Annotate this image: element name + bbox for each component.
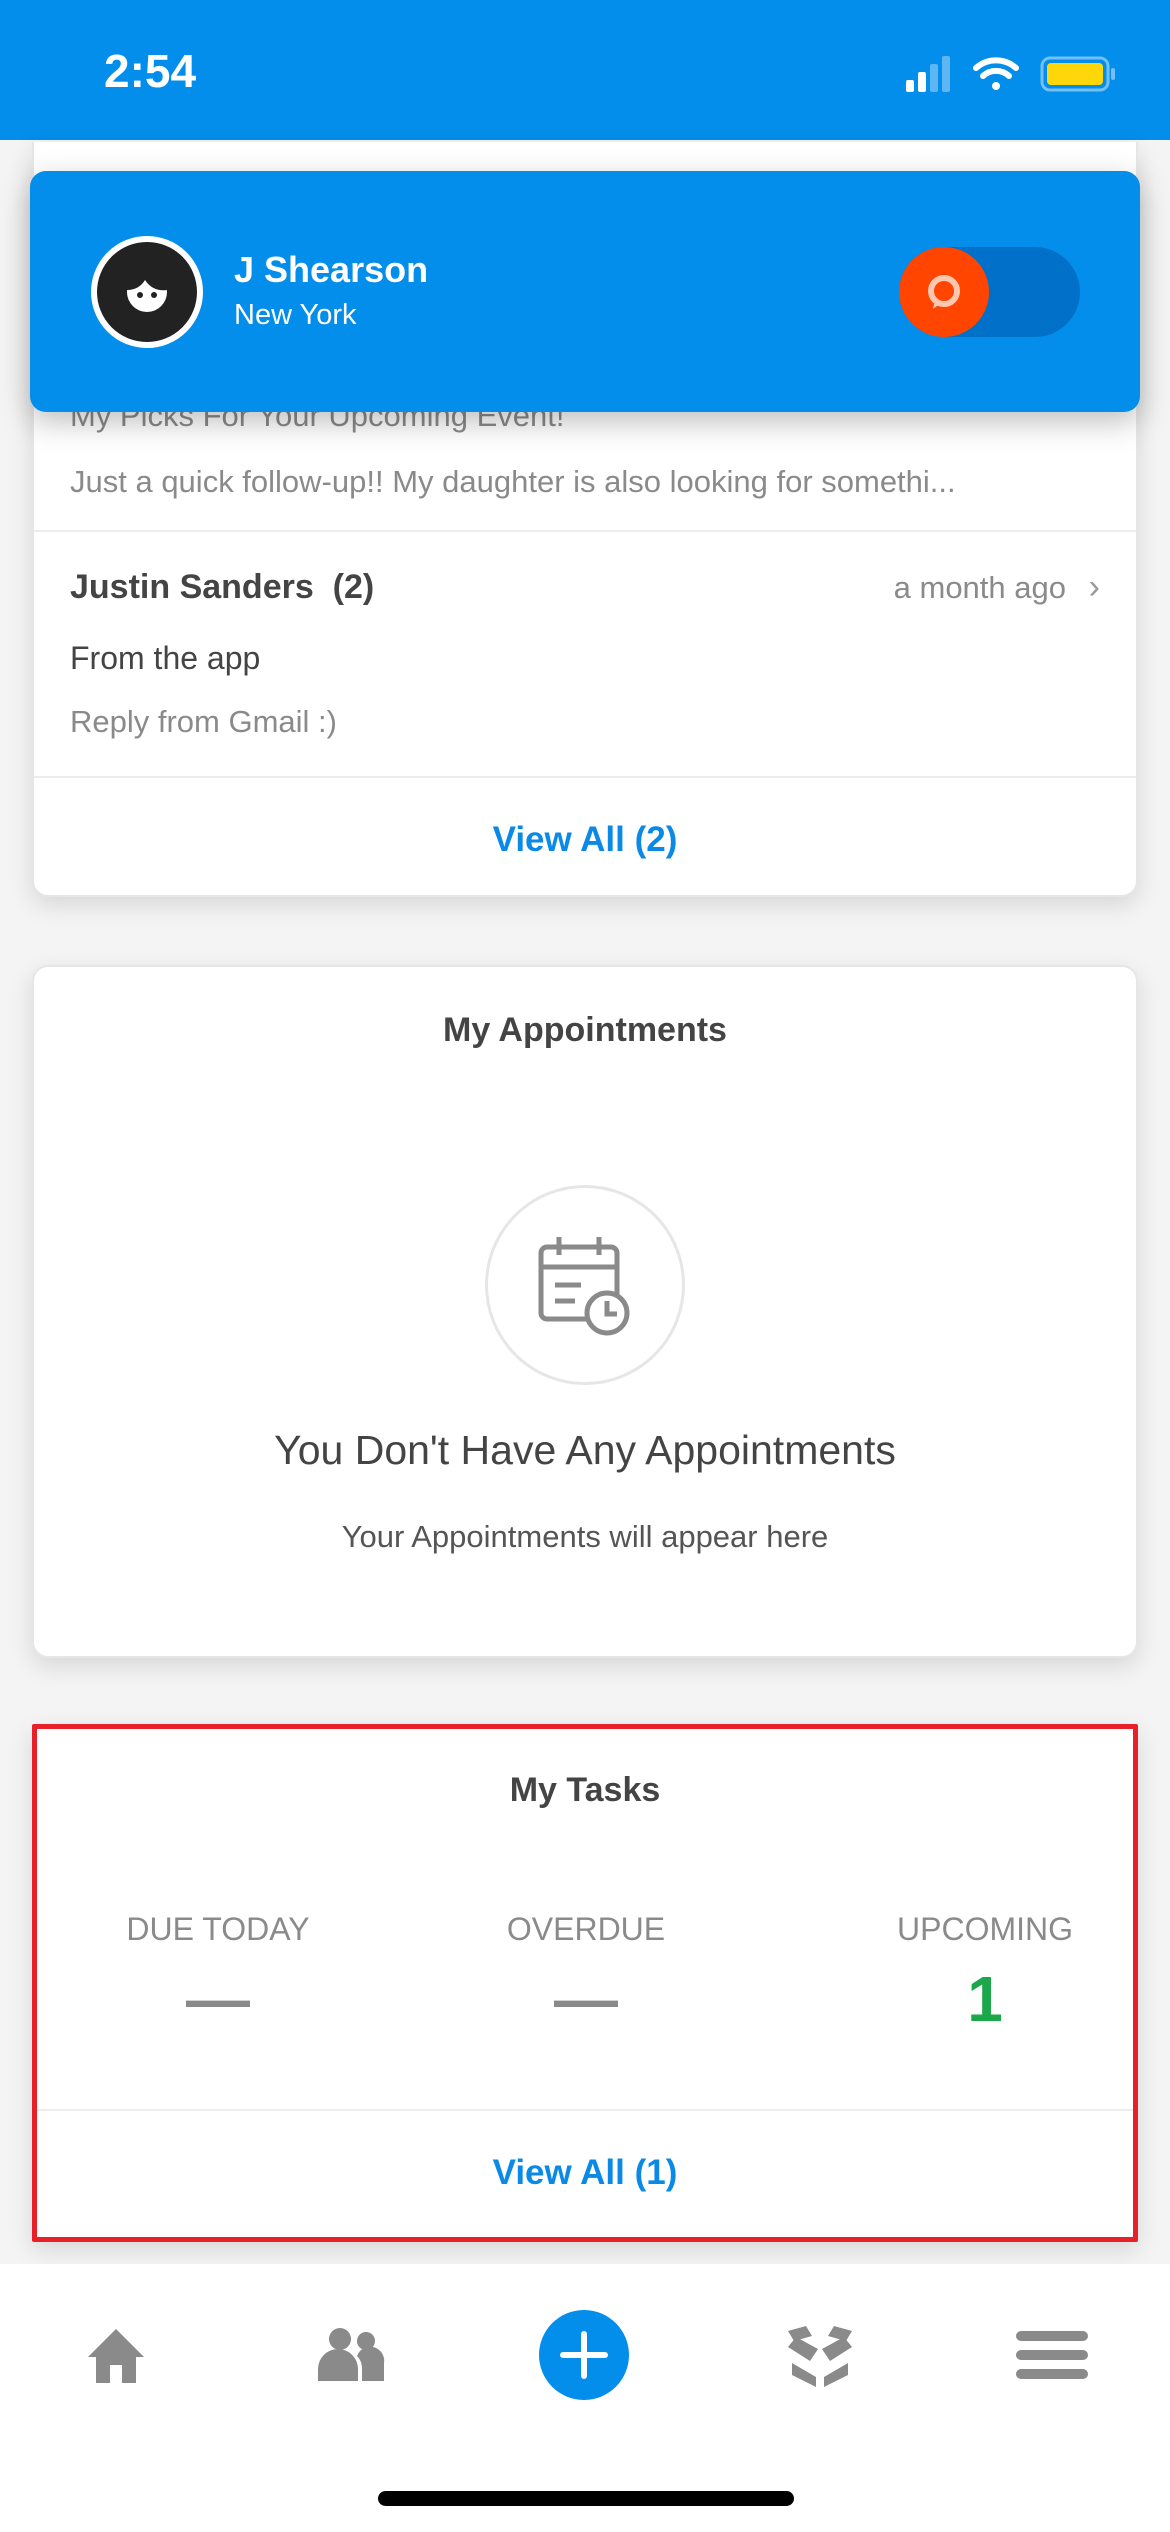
- empty-title: You Don't Have Any Appointments: [274, 1427, 896, 1473]
- home-indicator: [378, 2491, 794, 2506]
- face-icon: [127, 270, 167, 312]
- view-all-messages-link[interactable]: View All (2): [34, 820, 1136, 860]
- appointments-card: My Appointments You Don't Have Any Appoi…: [32, 965, 1138, 1658]
- stat-value: —: [554, 1963, 618, 2035]
- nav-products[interactable]: [775, 2310, 865, 2400]
- message-row[interactable]: Justin Sanders (2) a month ago › From th…: [34, 532, 1136, 776]
- battery-icon: [1040, 56, 1115, 92]
- user-name: J Shearson: [234, 249, 429, 290]
- stat-value: 1: [967, 1963, 1003, 2035]
- status-icons: [906, 56, 1115, 92]
- sender-name: Justin Sanders: [70, 568, 314, 606]
- status-time: 2:54: [104, 45, 197, 97]
- chevron-right-icon: ›: [1088, 568, 1100, 606]
- wifi-icon: [973, 57, 1019, 90]
- status-bar: 2:54: [0, 0, 1170, 140]
- user-location: New York: [234, 299, 357, 331]
- status-toggle[interactable]: [899, 247, 1080, 337]
- view-all-tasks-link[interactable]: View All (1): [37, 2153, 1133, 2193]
- box-icon: [788, 2326, 852, 2387]
- upcoming-stat[interactable]: UPCOMING 1: [805, 1911, 1165, 2036]
- message-subject: From the app: [70, 640, 261, 676]
- nav-menu[interactable]: [1007, 2310, 1097, 2400]
- toggle-knob: [899, 247, 989, 337]
- stat-label: OVERDUE: [506, 1911, 666, 1947]
- message-preview: Reply from Gmail :): [70, 704, 337, 739]
- add-icon: [539, 2310, 629, 2400]
- appointments-title: My Appointments: [443, 1011, 727, 1049]
- nav-home[interactable]: [71, 2310, 161, 2400]
- overdue-stat[interactable]: OVERDUE —: [406, 1911, 766, 2036]
- user-banner: J Shearson New York: [30, 171, 1140, 412]
- message-time: a month ago: [893, 570, 1066, 605]
- chat-icon: [928, 275, 960, 309]
- message-count: (2): [332, 568, 375, 606]
- avatar[interactable]: [91, 236, 203, 348]
- stat-label: UPCOMING: [897, 1911, 1073, 1947]
- calendar-clock-icon: [485, 1185, 685, 1385]
- tasks-title: My Tasks: [509, 1771, 661, 1809]
- nav-add[interactable]: [539, 2310, 629, 2400]
- contacts-icon: [318, 2328, 385, 2381]
- signal-icon: [906, 56, 950, 92]
- home-icon: [88, 2329, 144, 2383]
- menu-icon: [1016, 2331, 1088, 2379]
- stat-value: —: [186, 1963, 250, 2035]
- due-today-stat[interactable]: DUE TODAY —: [38, 1911, 398, 2036]
- empty-subtitle: Your Appointments will appear here: [341, 1519, 829, 1554]
- nav-contacts[interactable]: [307, 2310, 397, 2400]
- message-preview: Just a quick follow-up!! My daughter is …: [70, 464, 956, 499]
- stat-label: DUE TODAY: [126, 1911, 310, 1947]
- tasks-card: My Tasks DUE TODAY — OVERDUE — UPCOMING …: [32, 1724, 1138, 2242]
